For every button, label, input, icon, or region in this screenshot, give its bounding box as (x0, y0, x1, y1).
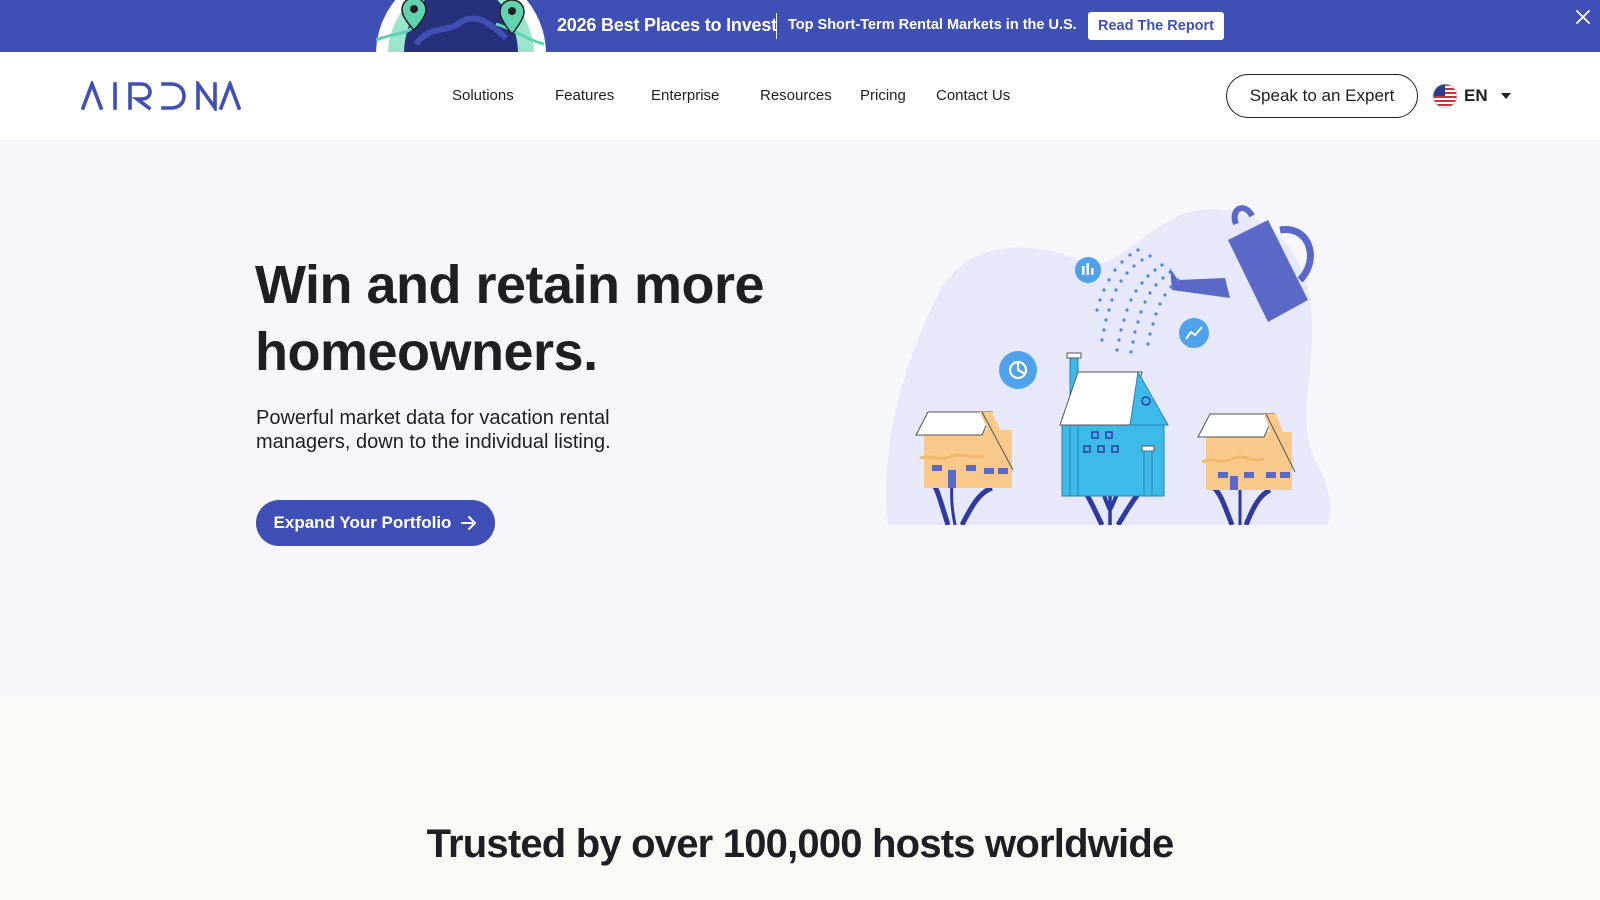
hero-title: Win and retain more homeowners. (255, 255, 765, 382)
expand-portfolio-button[interactable]: Expand Your Portfolio (256, 500, 495, 546)
top-navbar: Solutions Features Enterprise Resources … (0, 52, 1600, 140)
nav-enterprise[interactable]: Enterprise (651, 87, 719, 104)
read-report-button[interactable]: Read The Report (1088, 12, 1224, 40)
arrow-right-icon (461, 516, 477, 530)
nav-features[interactable]: Features (555, 87, 614, 104)
hero-section: Win and retain more homeowners. Powerful… (0, 140, 1600, 700)
hero-subtitle: Powerful market data for vacation rental… (256, 407, 611, 453)
nav-resources[interactable]: Resources (760, 87, 832, 104)
nav-contact-us[interactable]: Contact Us (936, 87, 1010, 104)
growing-houses-illustration (886, 205, 1331, 525)
trusted-section: Trusted by over 100,000 hosts worldwide (0, 700, 1600, 900)
globe-icon (376, 0, 546, 52)
line-chart-icon (1179, 318, 1209, 348)
nav-pricing[interactable]: Pricing (860, 87, 906, 104)
banner-divider (776, 13, 777, 39)
banner-title: 2026 Best Places to Invest (557, 15, 777, 35)
language-selector[interactable]: EN (1432, 82, 1512, 110)
pie-chart-icon (999, 351, 1037, 389)
trusted-title: Trusted by over 100,000 hosts worldwide (426, 822, 1175, 866)
expand-portfolio-label: Expand Your Portfolio (273, 513, 452, 532)
caret-down-icon (1500, 93, 1511, 99)
language-label: EN (1464, 86, 1488, 105)
speak-to-expert-button[interactable]: Speak to an Expert (1226, 74, 1418, 118)
airdna-logo[interactable] (81, 81, 241, 111)
close-icon[interactable] (1574, 8, 1592, 26)
banner-subtitle: Top Short-Term Rental Markets in the U.S… (788, 17, 1077, 33)
flag-us-icon (1432, 83, 1458, 109)
bar-chart-icon (1075, 257, 1101, 283)
promo-banner: 2026 Best Places to Invest Top Short-Ter… (0, 0, 1600, 52)
nav-solutions[interactable]: Solutions (452, 87, 514, 104)
